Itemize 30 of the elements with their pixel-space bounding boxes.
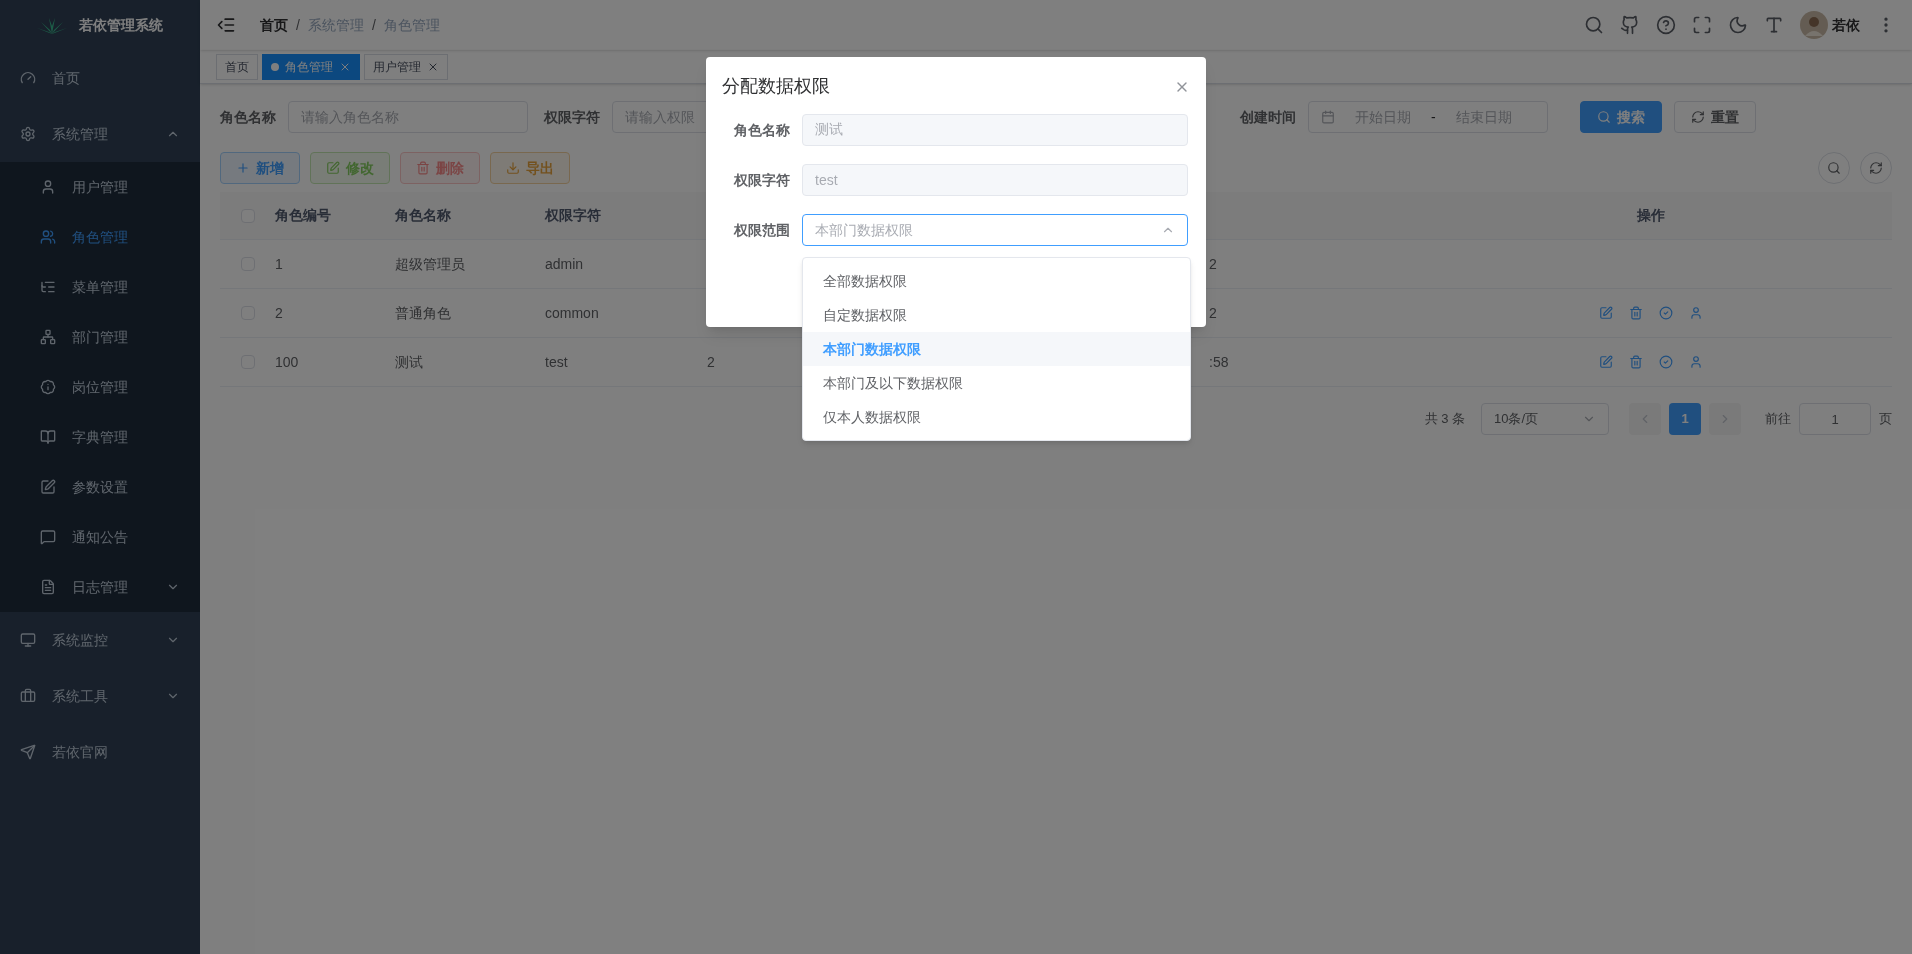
dialog-title: 分配数据权限 [722,75,830,98]
table-cell-text: 2 [275,303,284,323]
table-cell-text: 2 [1208,303,1217,323]
table-cell-text: admin [545,254,585,274]
field-label: 角色名称 [220,107,277,127]
table-cell-text: test [545,352,569,372]
field-label: 创建时间 [1240,107,1297,127]
column-header: 角色名称 [395,206,452,225]
column-header: 操作 [1637,206,1665,225]
table-cell-text: 测试 [395,352,424,372]
field-label: 角色名称 [733,120,791,140]
table-cell-text: 1 [275,254,284,274]
table-cell-text: :58 [1208,352,1229,372]
app-title: 若依管理系统 [79,15,163,35]
field-label: 权限字符 [544,107,601,127]
goto-label: 前往 [1765,410,1791,429]
field-label: 权限范围 [733,220,791,240]
page-suffix: 页 [1879,410,1892,429]
field-label: 权限字符 [733,170,791,190]
column-header: 角色编号 [275,206,332,225]
table-cell-text: 超级管理员 [395,254,466,274]
table-cell-text: 普通角色 [395,303,452,323]
table-cell-text: 100 [275,352,300,372]
breadcrumb-separator: / [296,15,300,35]
total-count: 共 3 条 [1424,410,1465,429]
table-cell-text: common [545,303,600,323]
column-header: 权限字符 [545,206,602,225]
table-cell-text: 2 [1208,254,1217,274]
breadcrumb-separator: / [371,15,376,35]
table-cell-text: 2 [706,352,716,372]
